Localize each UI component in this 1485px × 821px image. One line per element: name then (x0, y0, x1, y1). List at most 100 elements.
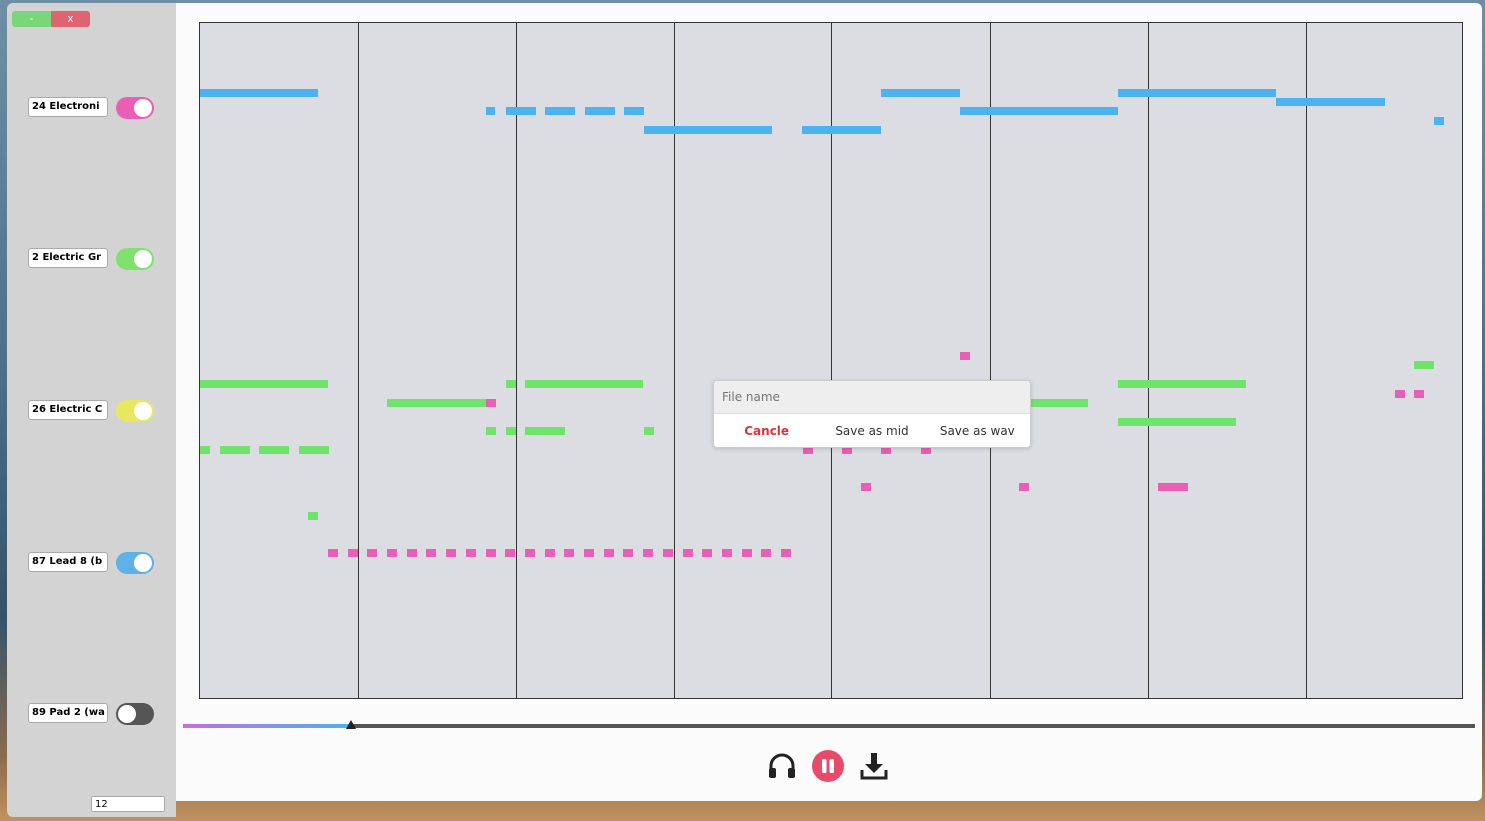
note-block[interactable] (446, 549, 456, 557)
note-block[interactable] (644, 427, 654, 435)
close-button[interactable]: x (51, 11, 90, 27)
track-toggle[interactable] (116, 97, 154, 119)
note-block[interactable] (624, 107, 644, 115)
toggle-knob (134, 554, 152, 572)
track-name[interactable]: 26 Electric C (28, 400, 108, 420)
toggle-knob (134, 99, 152, 117)
note-block[interactable] (1118, 380, 1246, 388)
headphones-icon[interactable] (766, 750, 798, 782)
note-block[interactable] (486, 399, 496, 407)
track-toggle[interactable] (116, 703, 154, 725)
note-block[interactable] (1158, 483, 1188, 491)
save-dialog: Cancle Save as mid Save as wav (713, 380, 1031, 448)
note-block[interactable] (426, 549, 436, 557)
note-block[interactable] (1395, 390, 1405, 398)
note-block[interactable] (506, 107, 536, 115)
bar-line (358, 23, 359, 698)
note-block[interactable] (200, 446, 210, 454)
track-toggle[interactable] (116, 552, 154, 574)
playback-controls (766, 750, 890, 782)
note-block[interactable] (1019, 483, 1029, 491)
note-block[interactable] (584, 549, 594, 557)
note-block[interactable] (545, 549, 555, 557)
note-block[interactable] (644, 126, 772, 134)
note-block[interactable] (525, 549, 535, 557)
note-block[interactable] (506, 380, 516, 388)
piano-roll[interactable] (199, 22, 1463, 699)
note-block[interactable] (683, 549, 693, 557)
bar-line (1306, 23, 1307, 698)
note-block[interactable] (881, 89, 960, 97)
progress-fill (183, 724, 351, 728)
dialog-actions: Cancle Save as mid Save as wav (714, 415, 1030, 447)
note-block[interactable] (505, 549, 515, 557)
note-block[interactable] (220, 446, 250, 454)
note-block[interactable] (663, 549, 673, 557)
track-name[interactable]: 24 Electroni (28, 97, 108, 117)
window-controls: - x (12, 11, 90, 27)
pause-icon[interactable] (812, 750, 844, 782)
progress-bar[interactable] (183, 720, 1475, 729)
note-block[interactable] (960, 352, 970, 360)
bar-line (1148, 23, 1149, 698)
bar-line (674, 23, 675, 698)
note-block[interactable] (1276, 98, 1385, 106)
note-block[interactable] (308, 512, 318, 520)
note-block[interactable] (545, 107, 575, 115)
note-block[interactable] (643, 549, 653, 557)
track-name[interactable]: 89 Pad 2 (wa (28, 703, 108, 723)
note-block[interactable] (960, 107, 1118, 115)
note-block[interactable] (761, 549, 771, 557)
note-block[interactable] (387, 399, 486, 407)
note-block[interactable] (702, 549, 712, 557)
toggle-knob (118, 705, 136, 723)
track-toggle[interactable] (116, 248, 154, 270)
track-name[interactable]: 87 Lead 8 (b (28, 552, 108, 572)
note-block[interactable] (348, 549, 358, 557)
note-block[interactable] (742, 549, 752, 557)
note-block[interactable] (604, 549, 614, 557)
note-block[interactable] (299, 446, 329, 454)
toggle-knob (134, 250, 152, 268)
note-block[interactable] (486, 427, 496, 435)
bar-line (831, 23, 832, 698)
note-block[interactable] (1414, 390, 1424, 398)
note-block[interactable] (1118, 418, 1236, 426)
note-block[interactable] (1118, 89, 1276, 97)
note-block[interactable] (506, 427, 516, 435)
note-block[interactable] (200, 89, 318, 97)
minimize-button[interactable]: - (12, 11, 51, 27)
note-block[interactable] (387, 549, 397, 557)
note-block[interactable] (585, 107, 615, 115)
bar-line (990, 23, 991, 698)
note-block[interactable] (781, 549, 791, 557)
note-block[interactable] (407, 549, 417, 557)
cancel-button[interactable]: Cancle (714, 415, 819, 447)
download-icon[interactable] (858, 750, 890, 782)
note-block[interactable] (861, 483, 871, 491)
note-block[interactable] (328, 549, 338, 557)
track-name[interactable]: 2 Electric Gr (28, 248, 108, 268)
save-mid-button[interactable]: Save as mid (819, 415, 924, 447)
note-block[interactable] (525, 380, 643, 388)
note-block[interactable] (486, 107, 495, 115)
note-block[interactable] (623, 549, 633, 557)
save-wav-button[interactable]: Save as wav (925, 415, 1030, 447)
bar-line (516, 23, 517, 698)
note-block[interactable] (200, 380, 328, 388)
note-block[interactable] (1434, 117, 1444, 125)
note-block[interactable] (564, 549, 574, 557)
note-block[interactable] (1414, 361, 1434, 369)
note-block[interactable] (802, 126, 881, 134)
tempo-input[interactable] (91, 796, 165, 812)
file-name-input[interactable] (714, 381, 1030, 414)
note-block[interactable] (486, 549, 496, 557)
note-block[interactable] (466, 549, 476, 557)
playhead-marker[interactable] (345, 720, 356, 729)
note-block[interactable] (722, 549, 732, 557)
note-block[interactable] (525, 427, 565, 435)
note-block[interactable] (259, 446, 289, 454)
note-block[interactable] (367, 549, 377, 557)
note-block[interactable] (1029, 399, 1088, 407)
track-toggle[interactable] (116, 400, 154, 422)
